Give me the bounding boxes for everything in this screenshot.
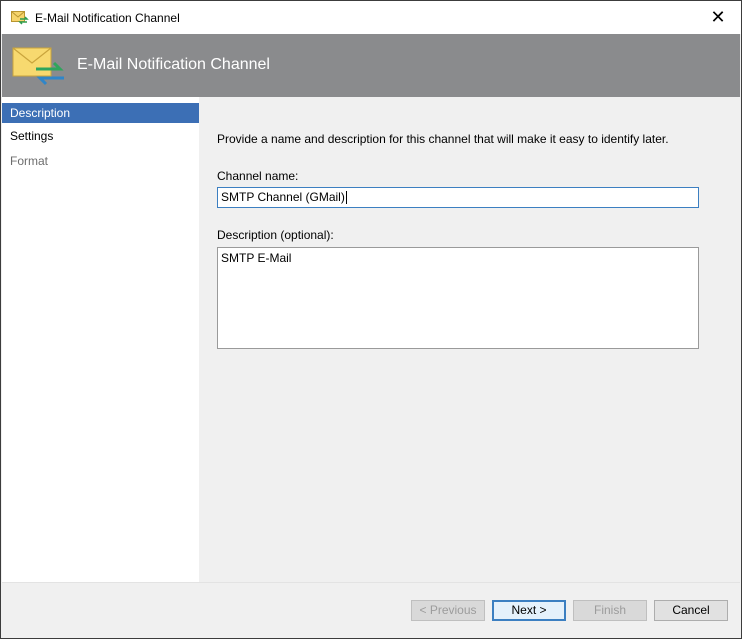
next-button[interactable]: Next > xyxy=(492,600,566,621)
previous-button: < Previous xyxy=(411,600,485,621)
sidebar-item-settings[interactable]: Settings xyxy=(2,124,199,148)
channel-name-label: Channel name: xyxy=(217,169,299,183)
dialog-window: E-Mail Notification Channel ✕ E-Mail Not… xyxy=(0,0,742,639)
cancel-button[interactable]: Cancel xyxy=(654,600,728,621)
banner-title: E-Mail Notification Channel xyxy=(77,56,270,73)
channel-name-value: SMTP Channel (GMail) xyxy=(221,190,345,204)
title-bar: E-Mail Notification Channel ✕ xyxy=(1,1,741,34)
finish-button: Finish xyxy=(573,600,647,621)
email-channel-icon xyxy=(12,47,64,86)
wizard-footer: < Previous Next > Finish Cancel xyxy=(2,582,740,638)
sidebar-item-description[interactable]: Description xyxy=(2,103,199,123)
email-channel-icon xyxy=(11,11,29,25)
sidebar-item-format: Format xyxy=(10,154,49,168)
close-button[interactable]: ✕ xyxy=(695,1,741,34)
header-banner: E-Mail Notification Channel xyxy=(2,34,740,97)
channel-name-field[interactable]: SMTP Channel (GMail) xyxy=(217,187,699,208)
close-icon: ✕ xyxy=(710,7,726,27)
description-field[interactable]: SMTP E-Mail xyxy=(217,247,699,349)
text-caret xyxy=(345,191,347,205)
window-title: E-Mail Notification Channel xyxy=(35,11,180,25)
description-label: Description (optional): xyxy=(217,228,334,242)
wizard-sidebar: Description Settings Format xyxy=(2,97,199,582)
main-content: Provide a name and description for this … xyxy=(199,97,740,582)
intro-text: Provide a name and description for this … xyxy=(217,132,669,146)
